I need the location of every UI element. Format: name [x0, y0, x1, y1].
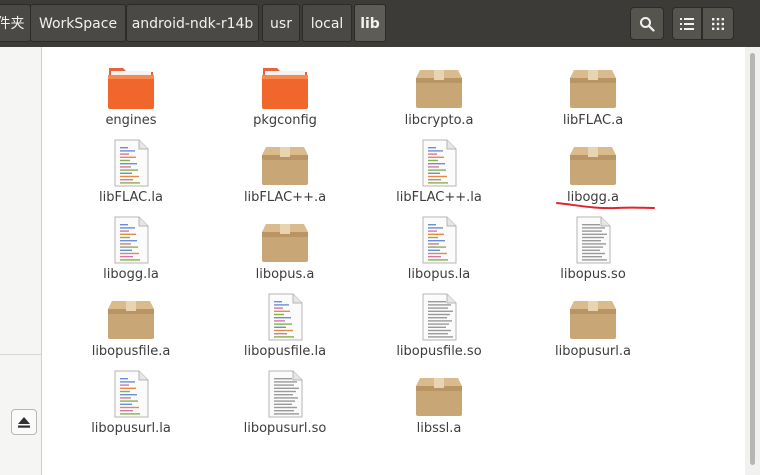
file-name-label: libopusurl.a [555, 344, 631, 359]
text-file-icon [106, 216, 156, 264]
breadcrumb-item[interactable]: 件夹 [0, 4, 31, 42]
grid-view-icon [712, 17, 724, 30]
eject-button[interactable] [11, 409, 37, 435]
scrollbar-thumb[interactable] [750, 53, 755, 465]
list-view-button[interactable] [672, 7, 702, 40]
file-item[interactable]: libFLAC++.a [230, 139, 340, 211]
search-icon [640, 16, 655, 32]
file-item[interactable]: pkgconfig [230, 62, 340, 134]
file-item[interactable]: libcrypto.a [384, 62, 494, 134]
folder-icon [106, 62, 156, 110]
binary-file-icon [568, 216, 618, 264]
file-name-label: libopusfile.so [396, 344, 482, 359]
file-name-label: libFLAC.la [99, 190, 163, 205]
file-name-label: libopusfile.a [91, 344, 171, 359]
archive-icon [568, 62, 618, 110]
archive-icon [414, 62, 464, 110]
sidebar-divider [0, 354, 41, 355]
text-file-icon [260, 293, 310, 341]
binary-file-icon [260, 370, 310, 418]
breadcrumb-item[interactable]: usr [262, 4, 300, 42]
file-item[interactable]: libopusfile.so [384, 293, 494, 365]
breadcrumb-item[interactable]: android-ndk-r14b [126, 4, 259, 42]
header-bar: 件夹 WorkSpace android-ndk-r14b usr local lib [0, 0, 760, 47]
file-name-label: engines [105, 113, 157, 128]
file-item[interactable]: libogg.la [76, 216, 186, 288]
file-name-label: libopus.a [255, 267, 315, 282]
file-name-label: libFLAC++.a [243, 190, 327, 205]
file-name-label: libogg.la [103, 267, 159, 282]
eject-icon [18, 417, 30, 428]
file-item[interactable]: libopusfile.la [230, 293, 340, 365]
archive-icon [260, 139, 310, 187]
text-file-icon [106, 370, 156, 418]
file-name-label: libopus.la [407, 267, 471, 282]
file-name-label: libopusfile.la [243, 344, 327, 359]
sidebar [0, 47, 42, 475]
file-name-label: libcrypto.a [404, 113, 474, 128]
breadcrumb-item[interactable]: lib [354, 4, 386, 42]
text-file-icon [106, 139, 156, 187]
breadcrumb-item[interactable]: local [302, 4, 352, 42]
file-name-label: libopusurl.so [243, 421, 327, 436]
list-view-icon [680, 17, 694, 30]
file-grid: engines pkgconfig libcrypto.a libFLAC.a libF… [42, 47, 745, 475]
search-button[interactable] [630, 7, 664, 40]
archive-icon [568, 139, 618, 187]
file-item[interactable]: libopusurl.a [538, 293, 648, 365]
vertical-scrollbar[interactable] [745, 47, 760, 475]
file-item[interactable]: libssl.a [384, 370, 494, 442]
file-name-label: libFLAC++.la [396, 190, 482, 205]
grid-view-button[interactable] [702, 7, 734, 40]
text-file-icon [414, 216, 464, 264]
file-item[interactable]: libopusurl.la [76, 370, 186, 442]
binary-file-icon [414, 293, 464, 341]
breadcrumb-item[interactable]: WorkSpace [30, 4, 126, 42]
archive-icon [568, 293, 618, 341]
folder-icon [260, 62, 310, 110]
file-name-label: libopus.so [560, 267, 626, 282]
file-name-label: libssl.a [416, 421, 462, 436]
file-name-label: pkgconfig [253, 113, 317, 128]
file-item[interactable]: libopus.so [538, 216, 648, 288]
text-file-icon [414, 139, 464, 187]
file-item[interactable]: libopus.a [230, 216, 340, 288]
file-item[interactable]: libopus.la [384, 216, 494, 288]
file-item[interactable]: libFLAC++.la [384, 139, 494, 211]
file-item[interactable]: engines [76, 62, 186, 134]
archive-icon [260, 216, 310, 264]
file-item[interactable]: libFLAC.la [76, 139, 186, 211]
archive-icon [414, 370, 464, 418]
file-name-label: libopusurl.la [91, 421, 171, 436]
archive-icon [106, 293, 156, 341]
file-name-label: libFLAC.a [562, 113, 624, 128]
red-underline-annotation [556, 202, 655, 210]
file-item[interactable]: libopusfile.a [76, 293, 186, 365]
file-item[interactable]: libFLAC.a [538, 62, 648, 134]
file-item[interactable]: libopusurl.so [230, 370, 340, 442]
